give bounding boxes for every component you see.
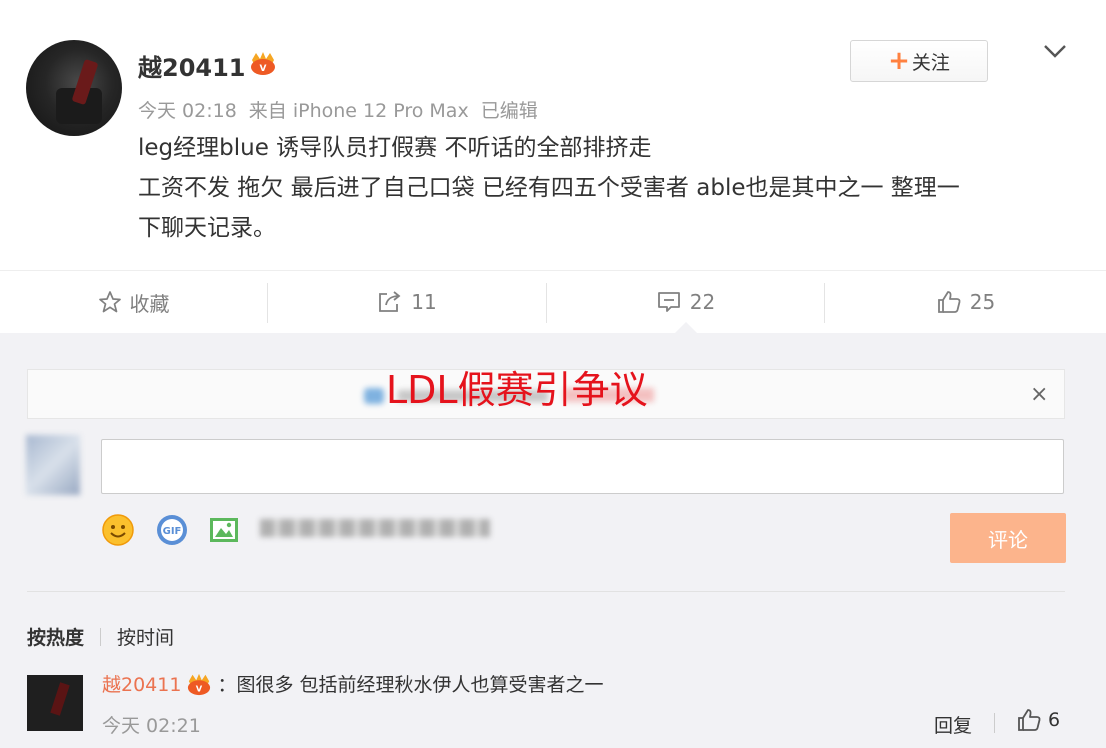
author-avatar[interactable] — [26, 40, 122, 136]
post-content-line: 下聊天记录。 — [138, 215, 276, 241]
reply-button[interactable]: 回复 — [934, 711, 972, 738]
comment-item: 越20411 V ：图很多 包括前经理秋水伊人也算受害者之一 — [102, 670, 604, 697]
sort-options: 按热度 按时间 — [27, 623, 174, 650]
favorite-button[interactable]: 收藏 — [0, 271, 267, 333]
svg-text:GIF: GIF — [163, 526, 182, 537]
svg-text:V: V — [260, 64, 267, 74]
follow-button[interactable]: + 关注 — [850, 40, 988, 82]
post-content: leg经理blue 诱导队员打假赛 不听话的全部排挤走 工资不发 拖欠 最后进了… — [138, 128, 1068, 248]
svg-text:V: V — [196, 683, 203, 693]
thumbs-up-icon — [1018, 709, 1041, 731]
forward-button[interactable]: 11 — [268, 271, 546, 333]
submit-comment-button[interactable]: 评论 — [950, 513, 1066, 563]
comment-input[interactable] — [101, 439, 1064, 494]
current-user-avatar — [26, 435, 80, 495]
comment-like-count: 6 — [1048, 709, 1061, 731]
overlay-caption: LDL假赛引争议 — [386, 368, 648, 412]
commenter-name[interactable]: 越20411 — [102, 670, 181, 697]
post-content-line: 工资不发 拖欠 最后进了自己口袋 已经有四五个受害者 able也是其中之一 整理… — [138, 175, 960, 201]
like-button[interactable]: 25 — [825, 271, 1106, 333]
sort-by-time[interactable]: 按时间 — [117, 623, 174, 650]
follow-button-label: 关注 — [911, 51, 950, 74]
post-time[interactable]: 今天 02:18 — [138, 100, 237, 122]
blurred-forward-option[interactable] — [260, 519, 490, 537]
comment-like-button[interactable]: 6 — [1016, 707, 1060, 733]
post-source: 来自 iPhone 12 Pro Max — [248, 100, 469, 122]
star-icon — [98, 291, 121, 313]
post-content-line: leg经理blue 诱导队员打假赛 不听话的全部排挤走 — [138, 135, 652, 161]
commenter-avatar[interactable] — [27, 675, 83, 731]
close-icon[interactable]: × — [1030, 382, 1048, 407]
share-icon — [379, 291, 401, 312]
image-icon[interactable] — [207, 513, 241, 547]
forward-count: 11 — [411, 290, 437, 314]
comment-count: 22 — [689, 290, 716, 314]
chevron-down-icon[interactable] — [1042, 38, 1068, 64]
post-edited[interactable]: 已编辑 — [481, 100, 538, 122]
emoji-icon[interactable] — [101, 513, 135, 547]
comment-time: 今天 02:21 — [102, 715, 201, 737]
weibo-post: 越20411 V + 关注 今天 02:18 来自 iPhone 12 Pro M… — [0, 0, 1106, 268]
post-action-bar: 收藏 11 22 25 — [0, 270, 1106, 332]
comment-text: ：图很多 包括前经理秋水伊人也算受害者之一 — [217, 674, 604, 696]
post-meta: 今天 02:18 来自 iPhone 12 Pro Max 已编辑 — [138, 96, 550, 123]
comment-icon — [657, 292, 680, 312]
favorite-label: 收藏 — [129, 291, 170, 316]
comment-pointer — [675, 322, 697, 333]
sort-by-hot[interactable]: 按热度 — [27, 623, 84, 650]
vip-badge-icon: V — [251, 52, 275, 75]
author-name[interactable]: 越20411 — [138, 48, 246, 83]
like-count: 25 — [969, 290, 996, 314]
gif-icon[interactable]: GIF — [155, 513, 189, 547]
comment-section: × LDL假赛引争议 GIF 评论 按热度 按时间 越20411 V ：图很多 … — [0, 333, 1106, 748]
divider — [27, 591, 1065, 592]
plus-icon: + — [888, 46, 910, 76]
thumbs-up-icon — [937, 291, 961, 313]
vip-badge-icon: V — [188, 673, 211, 695]
